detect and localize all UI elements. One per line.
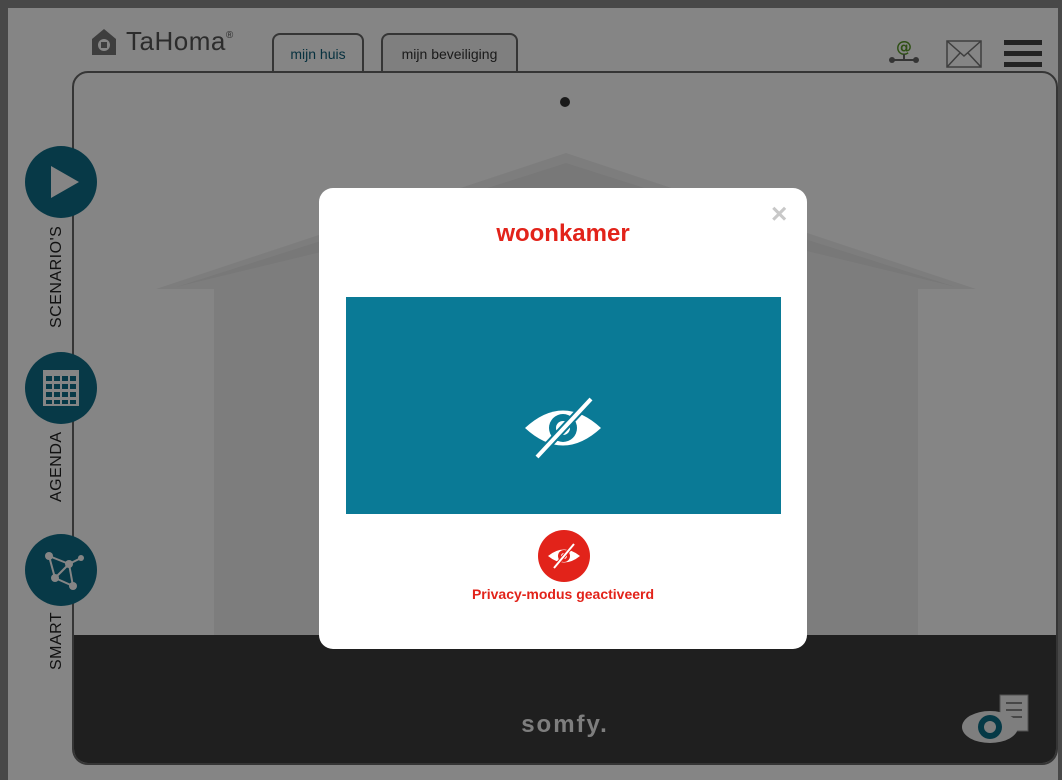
eye-slash-icon: [525, 396, 601, 460]
camera-modal: woonkamer × Privacy-modus geactiveerd: [319, 188, 807, 649]
privacy-status-text: Privacy-modus geactiveerd: [471, 586, 655, 602]
modal-title: woonkamer: [496, 220, 630, 247]
privacy-mode-icon[interactable]: [538, 530, 590, 582]
eye-slash-icon: [548, 542, 580, 570]
camera-view[interactable]: [346, 297, 781, 514]
close-icon[interactable]: ×: [771, 198, 787, 230]
